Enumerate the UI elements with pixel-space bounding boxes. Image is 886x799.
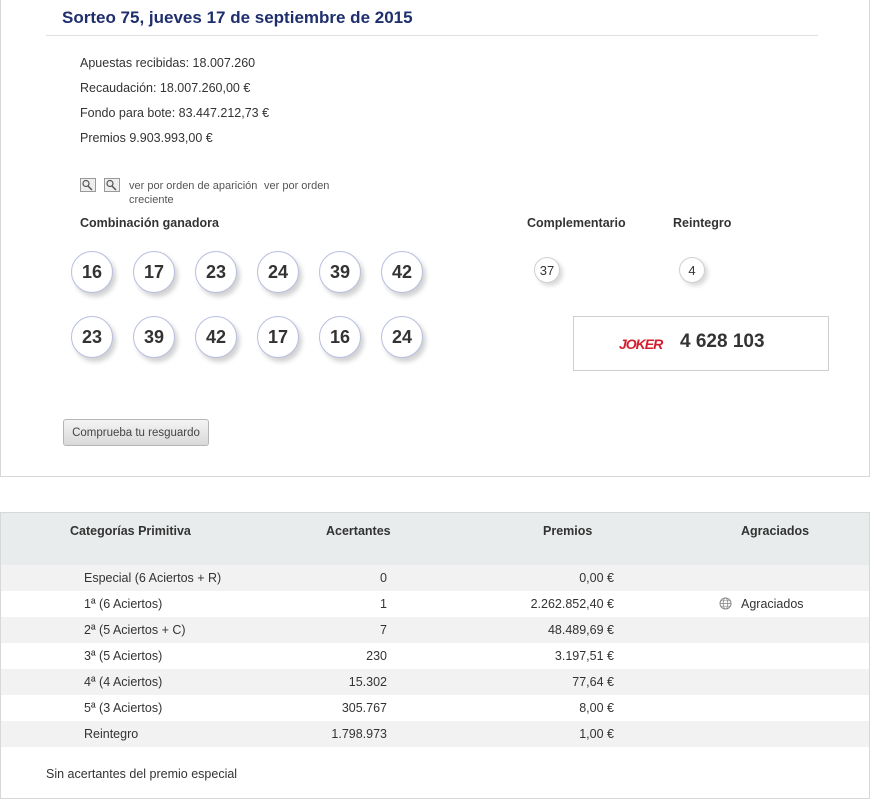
refund-label: Reintegro [673, 216, 732, 230]
table-row: Reintegro 1.798.973 1,00 € [1, 721, 869, 747]
row-winners: 305.767 [341, 701, 387, 715]
appearance-ball: 17 [257, 316, 299, 358]
row-winners: 230 [366, 649, 387, 663]
header-category: Categorías Primitiva [70, 524, 191, 538]
row-winners: 1 [380, 597, 387, 611]
draw-title: Sorteo 75, jueves 17 de septiembre de 20… [62, 8, 413, 27]
winning-ball: 42 [381, 251, 423, 293]
row-prize: 77,64 € [572, 675, 614, 689]
stat-prizes: Premios 9.903.993,00 € [80, 131, 213, 145]
appearance-ball: 23 [71, 316, 113, 358]
row-prize: 48.489,69 € [547, 623, 614, 637]
row-prize: 3.197,51 € [554, 649, 614, 663]
joker-logo: JOKER [619, 336, 663, 352]
link-order-ascending-cont[interactable]: creciente [129, 193, 174, 207]
row-prize: 8,00 € [579, 701, 614, 715]
appearance-ball: 24 [381, 316, 423, 358]
complementary-label: Complementario [527, 216, 626, 230]
joker-box: JOKER 4 628 103 [573, 316, 829, 371]
prizes-table: Categorías Primitiva Acertantes Premios … [0, 512, 870, 799]
table-row: 1ª (6 Aciertos) 1 2.262.852,40 € Agracia… [1, 591, 869, 617]
refund-ball: 4 [679, 257, 705, 283]
no-special-winners-note: Sin acertantes del premio especial [46, 767, 238, 781]
winning-ball: 23 [195, 251, 237, 293]
appearance-ball: 42 [195, 316, 237, 358]
winning-ball: 39 [319, 251, 361, 293]
magnifier-icon[interactable] [104, 178, 122, 192]
appearance-ball: 39 [133, 316, 175, 358]
stat-bets-received: Apuestas recibidas: 18.007.260 [80, 56, 256, 70]
header-prizes: Premios [543, 524, 593, 538]
row-winners: 1.798.973 [331, 727, 387, 741]
awarded-link[interactable]: Agraciados [741, 597, 804, 611]
winning-ball: 17 [133, 251, 175, 293]
row-category: 2ª (5 Aciertos + C) [84, 623, 186, 637]
magnifier-icon[interactable] [80, 178, 98, 192]
row-prize: 0,00 € [579, 571, 614, 585]
check-ticket-button[interactable]: Comprueba tu resguardo [63, 419, 209, 446]
winning-combination-label: Combinación ganadora [80, 216, 219, 230]
row-prize: 2.262.852,40 € [530, 597, 614, 611]
row-prize: 1,00 € [579, 727, 614, 741]
row-category: 4ª (4 Aciertos) [84, 675, 163, 689]
row-category: Especial (6 Aciertos + R) [84, 571, 222, 585]
draw-panel: Sorteo 75, jueves 17 de septiembre de 20… [0, 0, 870, 477]
appearance-ball: 16 [319, 316, 361, 358]
title-divider [46, 35, 818, 36]
link-order-ascending[interactable]: ver por orden [264, 179, 329, 193]
row-category: 1ª (6 Aciertos) [84, 597, 163, 611]
table-row: Especial (6 Aciertos + R) 0 0,00 € [1, 565, 869, 591]
stat-jackpot-fund: Fondo para bote: 83.447.212,73 € [80, 106, 270, 120]
complementary-ball: 37 [534, 257, 560, 283]
row-category: 3ª (5 Aciertos) [84, 649, 163, 663]
joker-number: 4 628 103 [680, 331, 765, 352]
row-winners: 7 [380, 623, 387, 637]
row-category: Reintegro [84, 727, 139, 741]
winning-ball: 24 [257, 251, 299, 293]
table-row: 2ª (5 Aciertos + C) 7 48.489,69 € [1, 617, 869, 643]
table-row: 5ª (3 Aciertos) 305.767 8,00 € [1, 695, 869, 721]
globe-icon[interactable] [719, 597, 732, 610]
header-awarded: Agraciados [741, 524, 810, 538]
table-row: 4ª (4 Aciertos) 15.302 77,64 € [1, 669, 869, 695]
row-winners: 15.302 [348, 675, 387, 689]
row-category: 5ª (3 Aciertos) [84, 701, 163, 715]
header-winners: Acertantes [326, 524, 391, 538]
table-header: Categorías Primitiva Acertantes Premios … [1, 513, 869, 565]
winning-ball: 16 [71, 251, 113, 293]
row-winners: 0 [380, 571, 387, 585]
stat-collection: Recaudación: 18.007.260,00 € [80, 81, 251, 95]
table-row: 3ª (5 Aciertos) 230 3.197,51 € [1, 643, 869, 669]
link-order-appearance[interactable]: ver por orden de aparición [129, 179, 257, 193]
